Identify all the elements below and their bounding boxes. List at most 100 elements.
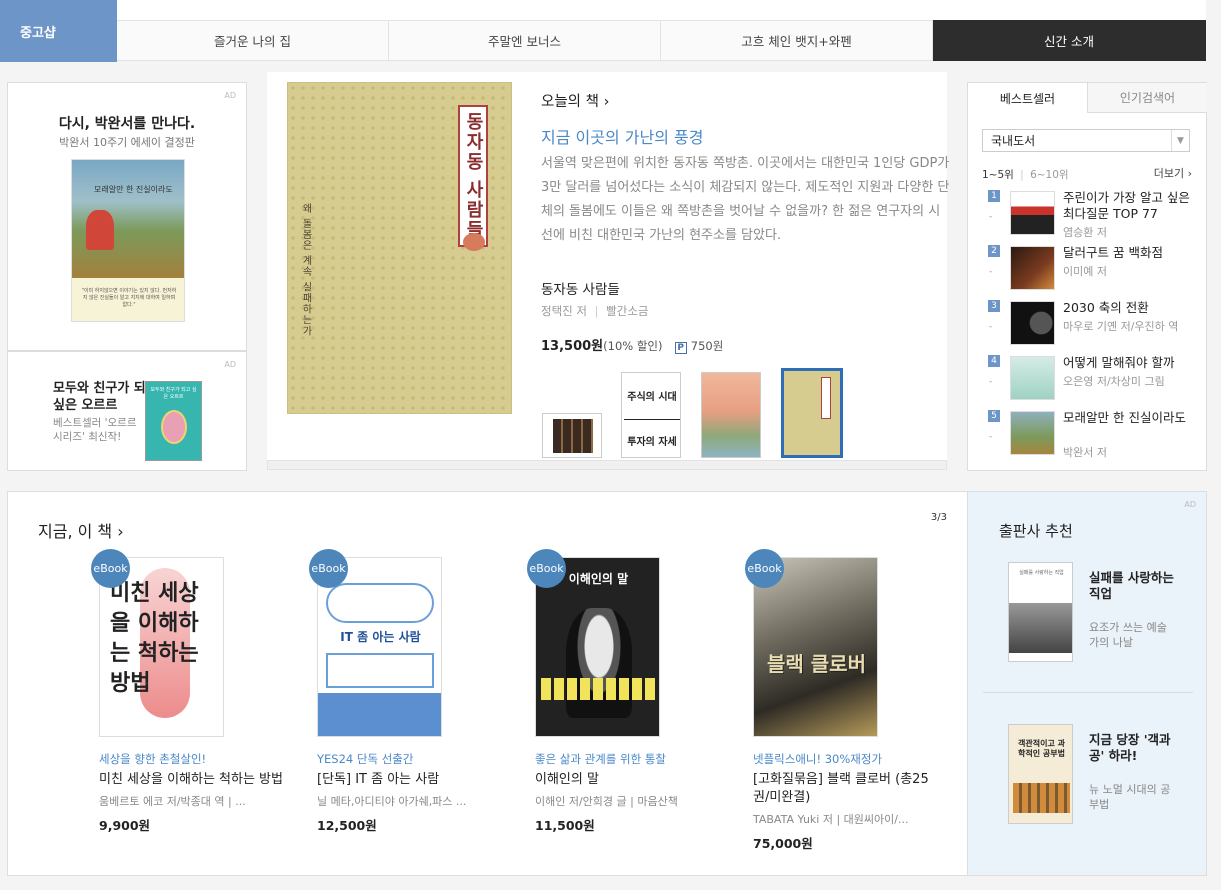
today-thumb-1[interactable] <box>542 413 602 458</box>
today-description: 서울역 맞은편에 위치한 동자동 쪽방촌. 이곳에서는 대한민국 1인당 GDP… <box>541 156 950 243</box>
card-title[interactable]: 실패를 사랑하는 직업 <box>1089 570 1174 602</box>
now-book-2[interactable]: eBook IT 좀 아는 사람 <box>309 549 442 737</box>
cover-title: 객관적이고 과학적인 공부법 <box>1018 739 1065 758</box>
book-title[interactable]: 미친 세상을 이해하는 척하는 방법 <box>99 771 284 789</box>
bestseller-item[interactable]: 4 - 어떻게 말해줘야 할까 오은영 저/차상미 그림 <box>982 355 1194 405</box>
used-shop-tab[interactable]: 중고샵 <box>0 0 117 62</box>
tab-bestseller[interactable]: 베스트셀러 <box>968 83 1088 113</box>
cover-title: 블랙 클로버 <box>767 652 866 676</box>
rank-change: - <box>989 322 993 332</box>
today-price: 13,500원 <box>541 339 604 354</box>
book-title[interactable]: 달러구트 꿈 백화점 <box>1063 245 1193 261</box>
book-thumb[interactable] <box>1010 191 1055 235</box>
now-book-4[interactable]: eBook 블랙 클로버 <box>745 549 878 737</box>
book-tag: 넷플릭스애니! 30%재정가 <box>753 752 883 766</box>
ad-subtitle: 박완서 10주기 에세이 결정판 <box>59 136 195 149</box>
book-price: 9,900원 <box>99 818 151 833</box>
now-books-panel: 지금, 이 책 › 3/3 eBook 미친 세상을 이해하는 척하는 방법 세… <box>7 491 967 876</box>
ad-mark: AD <box>1184 500 1196 509</box>
book-title[interactable]: [단독] IT 좀 아는 사람 <box>317 771 502 789</box>
today-publisher[interactable]: 빨간소금 <box>606 304 648 318</box>
today-heading[interactable]: 오늘의 책 › <box>541 90 609 111</box>
today-points: 750원 <box>690 339 724 353</box>
separator: | <box>594 304 599 318</box>
book-author: 박완서 저 <box>1063 446 1107 459</box>
bestseller-panel: 베스트셀러 인기검색어 국내도서 ▼ 1~5위 | 6~10위 더보기 › 1 … <box>967 82 1207 471</box>
book-thumb[interactable] <box>1010 301 1055 345</box>
today-thumb-4-selected[interactable] <box>781 368 843 458</box>
bestseller-item[interactable]: 3 - 2030 축의 전환 마우로 기옌 저/우진하 역 <box>982 300 1194 350</box>
bestseller-item[interactable]: 2 - 달러구트 꿈 백화점 이미예 저 <box>982 245 1194 295</box>
tab-weekend-bonus[interactable]: 주말엔 보너스 <box>389 20 661 61</box>
book-author: 이미예 저 <box>1063 265 1107 278</box>
book-title[interactable]: 모래알만 한 진실이라도 <box>1063 410 1193 426</box>
today-author-line: 정택진 저 | 빨간소금 <box>541 303 649 319</box>
divider <box>983 692 1193 693</box>
book-title[interactable]: [고화질묶음] 블랙 클로버 (총25권/미완결) <box>753 771 938 807</box>
rank-badge: 4 <box>988 355 1000 367</box>
category-select[interactable]: 국내도서 ▼ <box>982 129 1190 152</box>
today-cover-title: 동자동 사람들 <box>458 105 488 247</box>
today-thumb-3[interactable] <box>701 372 761 458</box>
now-book-3[interactable]: eBook 이해인의 말 <box>527 549 660 737</box>
book-title[interactable]: 2030 축의 전환 <box>1063 300 1193 316</box>
chevron-down-icon[interactable]: ▼ <box>1171 130 1189 151</box>
category-value: 국내도서 <box>991 134 1036 148</box>
now-book-1[interactable]: eBook 미친 세상을 이해하는 척하는 방법 <box>91 549 224 737</box>
today-thumb-2[interactable]: 주식의 시대 투자의 자세 <box>621 372 681 458</box>
ad-banner-orr[interactable]: AD 모두와 친구가 되고 싶은 오르르 베스트셀러 '오르르 시리즈' 최신작… <box>7 351 247 471</box>
rank-badge: 5 <box>988 410 1000 422</box>
now-books-heading[interactable]: 지금, 이 책 › <box>38 518 124 542</box>
book-price: 11,500원 <box>535 818 595 833</box>
book-title[interactable]: 어떻게 말해줘야 할까 <box>1063 355 1193 371</box>
range-1-5[interactable]: 1~5위 <box>982 169 1014 181</box>
cover-title: 미친 세상을 이해하는 척하는 방법 <box>110 580 199 696</box>
book-price: 75,000원 <box>753 836 813 851</box>
today-book-title[interactable]: 동자동 사람들 <box>541 278 620 298</box>
today-book-cover[interactable]: 동자동 사람들 왜 돌봄은 계속 실패하는가 <box>287 82 512 414</box>
cover-title: 실패를 사랑하는 직업 <box>1019 570 1064 576</box>
publisher-recommend-panel: AD 출판사 추천 실패를 사랑하는 직업 실패를 사랑하는 직업 요조가 쓰는… <box>967 491 1207 876</box>
page-indicator: 3/3 <box>930 512 947 523</box>
book-author: 염승환 저 <box>1063 226 1107 239</box>
book-cover[interactable]: 실패를 사랑하는 직업 <box>1008 562 1073 662</box>
point-icon: P <box>674 342 687 354</box>
today-scroll-bar[interactable] <box>267 460 947 470</box>
bestseller-item[interactable]: 5 - 모래알만 한 진실이라도 박완서 저 <box>982 410 1194 460</box>
ebook-badge: eBook <box>527 549 566 588</box>
now-book-4-info: 넷플릭스애니! 30%재정가 [고화질묶음] 블랙 클로버 (총25권/미완결)… <box>753 750 938 853</box>
cover-title: IT 좀 아는 사람 <box>340 630 421 644</box>
now-book-2-info: YES24 단독 선출간 [단독] IT 좀 아는 사람 닐 메타,아디티야 아… <box>317 750 502 835</box>
book-thumb[interactable] <box>1010 411 1055 455</box>
book-cover[interactable]: 객관적이고 과학적인 공부법 <box>1008 724 1073 824</box>
tab-happy-home[interactable]: 즐거운 나의 집 <box>117 20 389 61</box>
today-headline[interactable]: 지금 이곳의 가난의 풍경 <box>541 124 703 148</box>
today-cover-subtitle: 왜 돌봄은 계속 실패하는가 <box>300 203 311 337</box>
book-thumb[interactable] <box>1010 246 1055 290</box>
range-6-10[interactable]: 6~10위 <box>1030 169 1069 181</box>
ad-book-cover[interactable]: 모래알만 한 진실이라도 "이미 하지않으면 이야기는 있지 않다. 먼저하지 … <box>71 159 185 322</box>
ad-book-cover[interactable]: 모두와 친구가 되고 싶은 오르르 <box>145 381 202 461</box>
ad-book-title: 모래알만 한 진실이라도 <box>94 185 173 194</box>
more-link[interactable]: 더보기 › <box>1154 165 1192 181</box>
top-strip <box>117 0 1206 20</box>
book-title[interactable]: 주린이가 가장 알고 싶은 최다질문 TOP 77 <box>1063 190 1193 222</box>
today-discount: (10% 할인) <box>603 339 663 353</box>
bestseller-item[interactable]: 1 - 주린이가 가장 알고 싶은 최다질문 TOP 77 염승환 저 <box>982 190 1194 240</box>
book-thumb[interactable] <box>1010 356 1055 400</box>
rank-change: - <box>989 267 993 277</box>
rank-badge: 3 <box>988 300 1000 312</box>
book-tag: 좋은 삶과 관계를 위한 통찰 <box>535 752 667 766</box>
tab-popular-search[interactable]: 인기검색어 <box>1088 83 1207 113</box>
today-author[interactable]: 정택진 저 <box>541 304 587 318</box>
book-title[interactable]: 이해인의 말 <box>535 771 720 789</box>
card-subtitle: 뉴 노멀 시대의 공부법 <box>1089 783 1171 811</box>
ad-banner-park-wanseo[interactable]: AD 다시, 박완서를 만나다. 박완서 10주기 에세이 결정판 모래알만 한… <box>7 82 247 351</box>
ad-subtitle: 베스트셀러 '오르르 시리즈' 최신작! <box>53 417 137 443</box>
book-author: 마우로 기옌 저/우진하 역 <box>1063 320 1179 333</box>
card-title[interactable]: 지금 당장 '객과공' 하라! <box>1089 732 1174 764</box>
tab-gogh-badge[interactable]: 고흐 체인 뱃지+와펜 <box>661 20 933 61</box>
tab-new-release[interactable]: 신간 소개 <box>933 20 1206 61</box>
book-author: 이해인 저/안희경 글 | 마음산책 <box>535 795 678 808</box>
ad-title: 다시, 박완서를 만나다. <box>58 116 196 132</box>
